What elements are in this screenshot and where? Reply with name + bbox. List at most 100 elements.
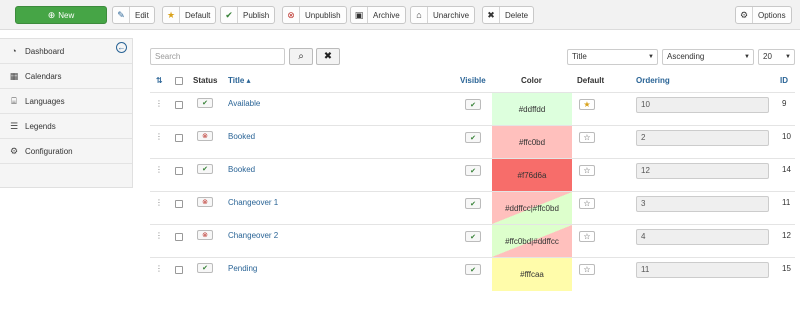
ordering-input[interactable]: 10 bbox=[636, 97, 769, 113]
caret-down-icon: ▼ bbox=[744, 54, 750, 60]
sidebar-item-label: Legends bbox=[25, 121, 56, 131]
edit-button[interactable]: ✎ Edit bbox=[112, 6, 155, 24]
status-toggle-button[interactable]: ✔ bbox=[197, 98, 213, 108]
new-button[interactable]: ⊕ New bbox=[15, 6, 107, 24]
table-row: ⋮ ✔ Booked ✔ #f76d6a ☆ 12 14 bbox=[150, 158, 795, 191]
item-title-link[interactable]: Booked bbox=[228, 165, 255, 174]
table-row: ⋮ ⊗ Changeover 1 ✔ #ddffcc|#ffc0bd ☆ 3 11 bbox=[150, 191, 795, 224]
sort-direction-select[interactable]: Ascending ▼ bbox=[662, 49, 754, 65]
row-checkbox[interactable] bbox=[175, 167, 183, 175]
star-icon: ☆ bbox=[583, 232, 591, 241]
item-id: 10 bbox=[782, 132, 791, 141]
drag-handle-icon[interactable]: ⋮ bbox=[155, 99, 163, 108]
ordering-input[interactable]: 3 bbox=[636, 196, 769, 212]
options-button[interactable]: ⚙ Options bbox=[735, 6, 792, 24]
color-swatch: #ffc0bd|#ddffcc bbox=[492, 225, 572, 257]
visible-toggle-button[interactable]: ✔ bbox=[465, 264, 481, 275]
sort-field-select[interactable]: Title ▼ bbox=[567, 49, 658, 65]
status-toggle-button[interactable]: ⊗ bbox=[197, 230, 213, 240]
plus-icon: ⊕ bbox=[47, 9, 56, 20]
default-button[interactable]: ★ Default bbox=[162, 6, 217, 24]
unarchive-button[interactable]: ⌂ Unarchive bbox=[410, 6, 476, 24]
ordering-input[interactable]: 11 bbox=[636, 262, 769, 278]
check-icon: ✔ bbox=[202, 100, 208, 107]
row-checkbox[interactable] bbox=[175, 233, 183, 241]
drag-handle-icon[interactable]: ⋮ bbox=[155, 198, 163, 207]
default-toggle-button[interactable]: ☆ bbox=[579, 231, 595, 242]
default-toggle-button[interactable]: ☆ bbox=[579, 198, 595, 209]
sidebar-item-languages[interactable]: ⌸ Languages bbox=[0, 89, 132, 114]
visible-toggle-button[interactable]: ✔ bbox=[465, 231, 481, 242]
id-header[interactable]: ID bbox=[780, 76, 788, 85]
sidebar-item-dashboard[interactable]: ◔ Dashboard bbox=[0, 39, 132, 64]
search-button[interactable]: ⌕ bbox=[289, 48, 313, 65]
item-title-link[interactable]: Changeover 1 bbox=[228, 198, 278, 207]
ordering-input[interactable]: 12 bbox=[636, 163, 769, 179]
visible-toggle-button[interactable]: ✔ bbox=[465, 132, 481, 143]
color-value: #ffc0bd bbox=[518, 137, 546, 147]
item-title-link[interactable]: Pending bbox=[228, 264, 257, 273]
publish-button[interactable]: ✔ Publish bbox=[220, 6, 276, 24]
item-title-link[interactable]: Available bbox=[228, 99, 260, 108]
checkbox[interactable] bbox=[175, 77, 183, 85]
unpublish-icon: ⊗ bbox=[202, 133, 208, 140]
drag-handle-icon[interactable]: ⋮ bbox=[155, 264, 163, 273]
delete-button[interactable]: ✖ Delete bbox=[482, 6, 535, 24]
archive-button[interactable]: ▣ Archive bbox=[350, 6, 406, 24]
ordering-sort-icon[interactable]: ⇅ bbox=[156, 76, 163, 85]
unpublish-button-label: Unpublish bbox=[305, 10, 341, 20]
status-toggle-button[interactable]: ⊗ bbox=[197, 131, 213, 141]
row-checkbox[interactable] bbox=[175, 134, 183, 142]
table-header: ⇅ Status Title ▴ Visible Color Default O… bbox=[150, 72, 795, 90]
status-toggle-button[interactable]: ⊗ bbox=[197, 197, 213, 207]
languages-icon: ⌸ bbox=[11, 95, 17, 106]
default-toggle-button[interactable]: ☆ bbox=[579, 165, 595, 176]
color-swatch: #ddffcc|#ffc0bd bbox=[492, 192, 572, 224]
visible-toggle-button[interactable]: ✔ bbox=[465, 165, 481, 176]
visible-header[interactable]: Visible bbox=[460, 76, 486, 85]
default-toggle-button[interactable]: ☆ bbox=[579, 264, 595, 275]
default-toggle-button[interactable]: ☆ bbox=[579, 132, 595, 143]
item-title-link[interactable]: Changeover 2 bbox=[228, 231, 278, 240]
drag-handle-icon[interactable]: ⋮ bbox=[155, 132, 163, 141]
limit-select[interactable]: 20 ▼ bbox=[758, 49, 795, 65]
visible-toggle-button[interactable]: ✔ bbox=[465, 198, 481, 209]
sidebar-item-configuration[interactable]: ⚙ Configuration bbox=[0, 139, 132, 164]
select-all-checkbox[interactable] bbox=[175, 77, 183, 87]
row-checkbox[interactable] bbox=[175, 101, 183, 109]
visible-toggle-button[interactable]: ✔ bbox=[465, 99, 481, 110]
row-checkbox[interactable] bbox=[175, 266, 183, 274]
sidebar-item-label: Calendars bbox=[25, 71, 62, 81]
title-header[interactable]: Title ▴ bbox=[228, 76, 251, 85]
color-header[interactable]: Color bbox=[521, 76, 542, 85]
status-toggle-button[interactable]: ✔ bbox=[197, 263, 213, 273]
ordering-header[interactable]: Ordering bbox=[636, 76, 670, 85]
edit-button-label: Edit bbox=[135, 10, 149, 20]
star-icon: ☆ bbox=[583, 133, 591, 142]
status-toggle-button[interactable]: ✔ bbox=[197, 164, 213, 174]
color-swatch: #fffcaa bbox=[492, 258, 572, 291]
star-icon: ☆ bbox=[583, 199, 591, 208]
unpublish-button[interactable]: ⊗ Unpublish bbox=[282, 6, 347, 24]
drag-handle-icon[interactable]: ⋮ bbox=[155, 231, 163, 240]
default-header[interactable]: Default bbox=[577, 76, 604, 85]
status-header[interactable]: Status bbox=[193, 76, 217, 85]
ordering-input[interactable]: 2 bbox=[636, 130, 769, 146]
star-icon: ☆ bbox=[583, 265, 591, 274]
clear-button[interactable]: ✖ bbox=[316, 48, 340, 65]
item-title-link[interactable]: Booked bbox=[228, 132, 255, 141]
default-toggle-button[interactable]: ★ bbox=[579, 99, 595, 110]
row-checkbox[interactable] bbox=[175, 200, 183, 208]
publish-button-label: Publish bbox=[243, 10, 270, 20]
color-value: #ddffcc|#ffc0bd bbox=[505, 203, 559, 213]
item-id: 14 bbox=[782, 165, 791, 174]
drag-handle-icon[interactable]: ⋮ bbox=[155, 165, 163, 174]
search-input[interactable]: Search bbox=[150, 48, 285, 65]
toolbar: ⊕ New ✎ Edit ★ Default ✔ Publish ⊗ Unpub… bbox=[0, 0, 800, 30]
sidebar-collapse-icon[interactable]: ← bbox=[116, 42, 127, 53]
table-row: ⋮ ✔ Pending ✔ #fffcaa ☆ 11 15 bbox=[150, 257, 795, 291]
ordering-input[interactable]: 4 bbox=[636, 229, 769, 245]
sidebar-item-legends[interactable]: ☰ Legends bbox=[0, 114, 132, 139]
sidebar-item-calendars[interactable]: ▦ Calendars bbox=[0, 64, 132, 89]
check-icon: ✔ bbox=[470, 101, 476, 109]
